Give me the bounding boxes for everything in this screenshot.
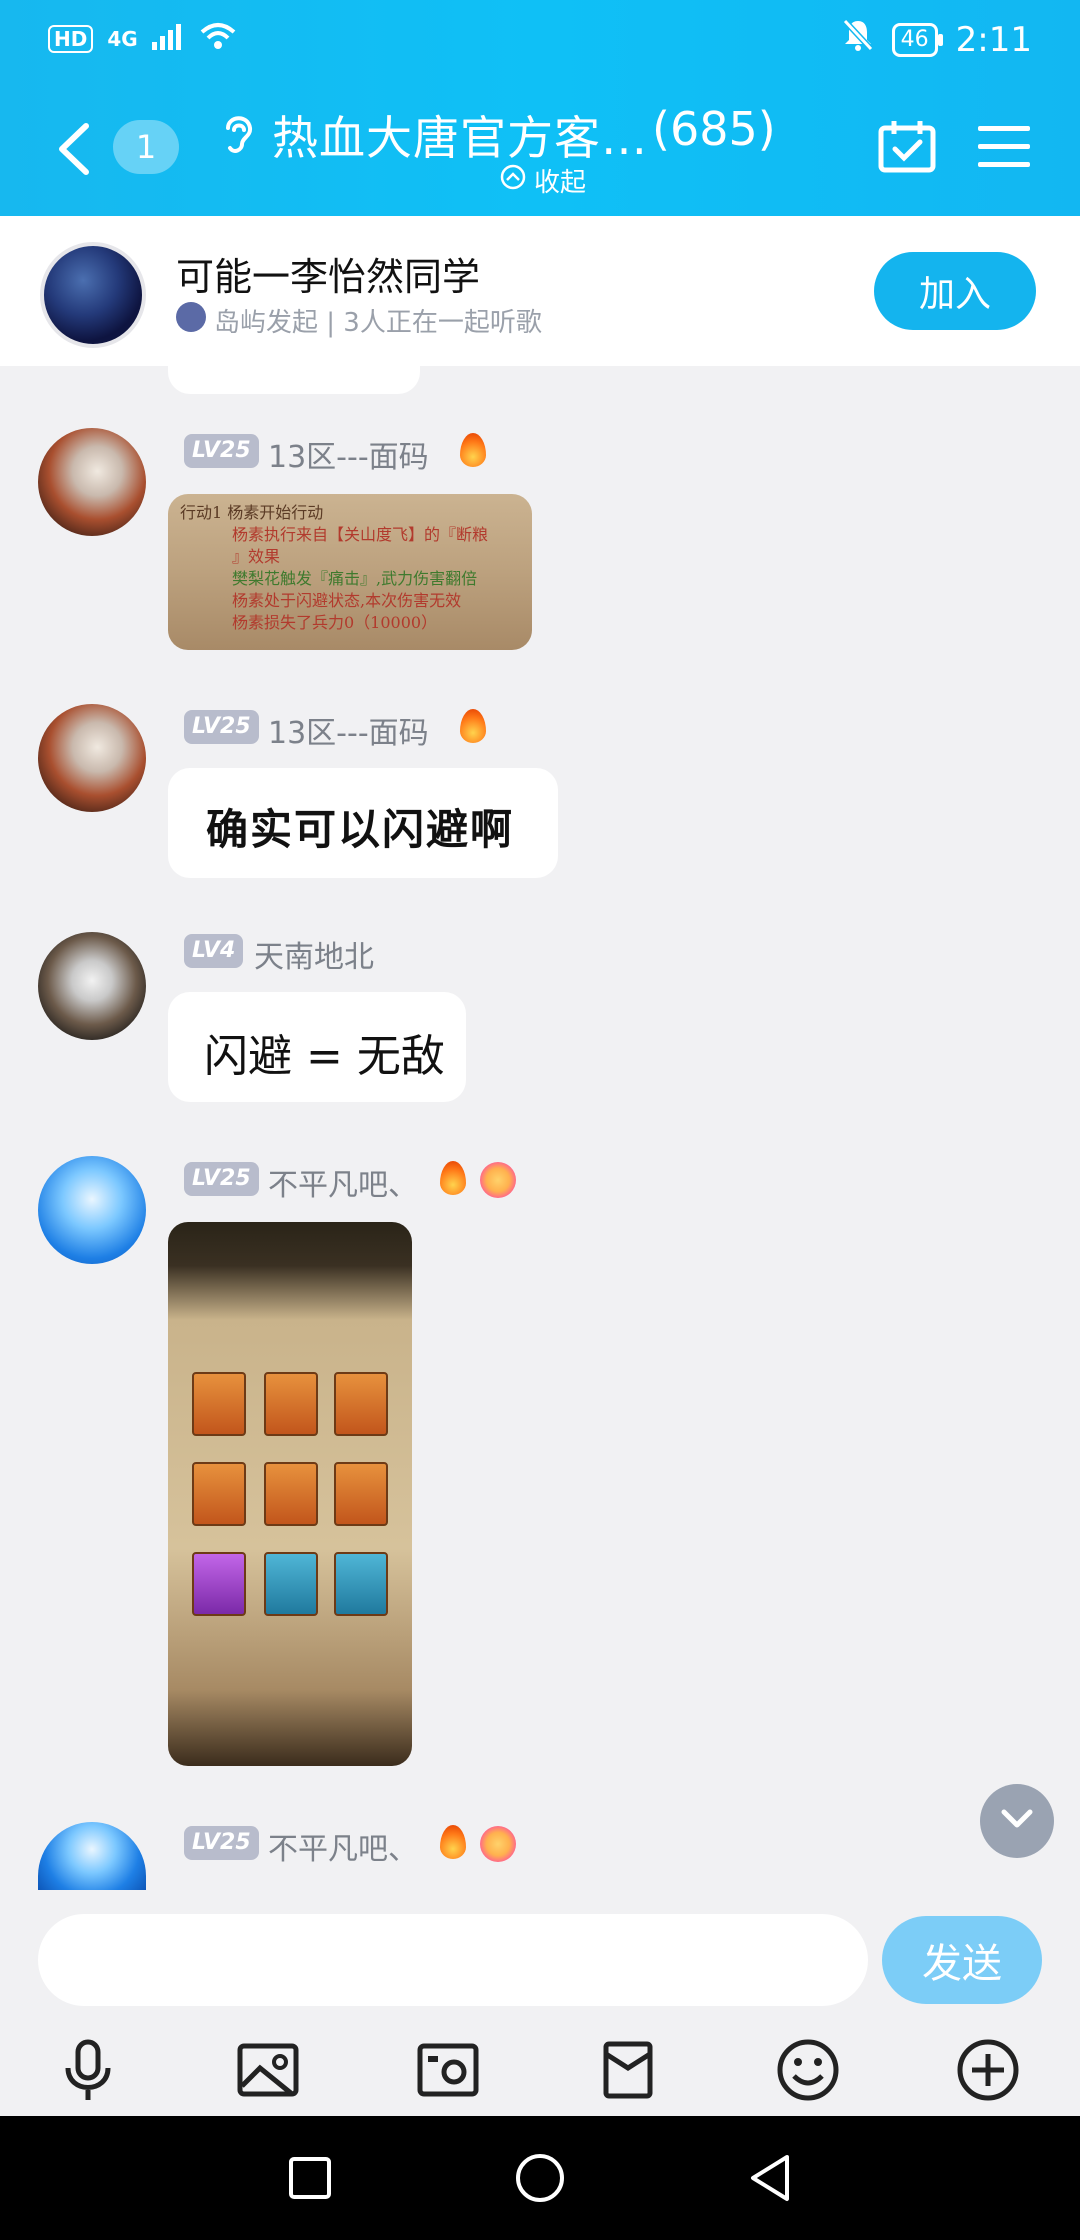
status-bar-right: 46 2:11 xyxy=(842,18,1032,61)
nickname[interactable]: 不平凡吧、 xyxy=(268,1824,418,1868)
battery-icon: 46 xyxy=(891,22,943,57)
formation-tile xyxy=(264,1372,318,1436)
red-packet-icon[interactable] xyxy=(592,2034,664,2106)
recent-apps-icon[interactable] xyxy=(278,2146,342,2210)
battle-log-line: 行动1 杨素开始行动 xyxy=(180,503,324,522)
wifi-icon xyxy=(200,22,236,56)
formation-tile xyxy=(264,1552,318,1616)
avatar[interactable] xyxy=(38,932,146,1040)
scroll-to-bottom-button[interactable] xyxy=(980,1784,1054,1858)
formation-tile xyxy=(334,1552,388,1616)
fire-icon xyxy=(460,709,486,743)
level-badge: LV25 xyxy=(184,434,259,468)
fire-icon xyxy=(440,1825,466,1859)
nickname[interactable]: 不平凡吧、 xyxy=(268,1160,418,1204)
system-nav-bar xyxy=(0,2116,1080,2240)
battle-log-line: 杨素损失了兵力0（10000） xyxy=(232,613,438,632)
microphone-icon[interactable] xyxy=(52,2034,124,2106)
clock: 2:11 xyxy=(955,19,1032,60)
emoji-icon[interactable] xyxy=(772,2034,844,2106)
input-area: 发送 xyxy=(0,1890,1080,2116)
formation-tile xyxy=(264,1462,318,1526)
nickname[interactable]: 天南地北 xyxy=(254,932,374,976)
avatar[interactable] xyxy=(38,1822,146,1890)
level-badge: LV25 xyxy=(184,710,259,744)
back-nav-icon[interactable] xyxy=(738,2146,802,2210)
status-bar-left: HD 4G xyxy=(48,22,236,56)
collapse-toggle[interactable]: 收起 xyxy=(500,162,586,199)
network-label: 4G xyxy=(107,27,138,51)
message-input[interactable] xyxy=(38,1914,868,2006)
message-image[interactable] xyxy=(168,1222,412,1766)
partial-bubble xyxy=(168,366,420,394)
message-text: 确实可以闪避啊 xyxy=(206,805,515,854)
nickname[interactable]: 13区---面码 xyxy=(268,708,429,752)
avatar[interactable] xyxy=(38,428,146,536)
collapse-label: 收起 xyxy=(534,168,587,198)
formation-tile xyxy=(192,1462,246,1526)
level-badge: LV25 xyxy=(184,1162,259,1196)
listen-together-card[interactable]: 可能一李怡然同学 岛屿发起 | 3人正在一起听歌 加入 xyxy=(0,216,1080,366)
ear-icon[interactable] xyxy=(220,110,256,160)
fire-icon xyxy=(440,1161,466,1195)
member-count[interactable]: (685) xyxy=(652,102,776,156)
mute-bell-icon xyxy=(842,18,874,61)
send-button[interactable]: 发送 xyxy=(882,1916,1042,2004)
avatar[interactable] xyxy=(38,704,146,812)
message-bubble[interactable]: 闪避 = 无敌 xyxy=(168,992,466,1102)
join-button[interactable]: 加入 xyxy=(874,252,1036,330)
level-badge: LV25 xyxy=(184,1826,259,1860)
home-icon[interactable] xyxy=(508,2146,572,2210)
chevron-up-icon xyxy=(500,164,526,197)
level-badge: LV4 xyxy=(184,934,244,968)
image-icon[interactable] xyxy=(232,2034,304,2106)
hd-badge: HD xyxy=(48,25,94,53)
flower-badge-icon xyxy=(480,1162,516,1198)
battle-log-line: 杨素处于闪避状态,本次伤害无效 xyxy=(232,591,462,610)
message-bubble[interactable]: 确实可以闪避啊 xyxy=(168,768,558,878)
message-image[interactable]: 行动1 杨素开始行动 杨素执行来自【关山度飞】的『断粮 』效果 樊梨花触发『痛击… xyxy=(168,494,532,650)
listen-title: 可能一李怡然同学 xyxy=(176,255,481,299)
back-icon[interactable] xyxy=(54,122,94,180)
unread-badge[interactable]: 1 xyxy=(113,120,179,174)
formation-tile xyxy=(334,1462,388,1526)
formation-tile xyxy=(192,1372,246,1436)
battle-log-line: 樊梨花触发『痛击』,武力伤害翻倍 xyxy=(232,569,478,588)
formation-tile xyxy=(334,1372,388,1436)
battle-log-line: 杨素执行来自【关山度飞】的『断粮 xyxy=(232,525,489,544)
message-text: 闪避 = 无敌 xyxy=(204,1031,445,1082)
calendar-check-icon[interactable] xyxy=(878,118,936,178)
avatar[interactable] xyxy=(38,1156,146,1264)
chevron-down-icon xyxy=(1000,1808,1034,1834)
camera-icon[interactable] xyxy=(412,2034,484,2106)
menu-icon[interactable] xyxy=(978,124,1030,172)
top-header: HD 4G 46 2:11 1 热血大唐官方客… (685) 收起 xyxy=(0,0,1080,216)
fire-icon xyxy=(460,433,486,467)
formation-tile xyxy=(192,1552,246,1616)
signal-icon xyxy=(151,22,186,56)
flower-badge-icon xyxy=(480,1826,516,1862)
nickname[interactable]: 13区---面码 xyxy=(268,432,429,476)
listen-avatar xyxy=(40,242,146,348)
initiator-avatar-icon xyxy=(176,302,206,332)
chat-title[interactable]: 热血大唐官方客… xyxy=(272,102,648,168)
plus-icon[interactable] xyxy=(952,2034,1024,2106)
listen-subtitle: 岛屿发起 | 3人正在一起听歌 xyxy=(214,308,542,338)
battle-log-line: 』效果 xyxy=(232,547,281,566)
